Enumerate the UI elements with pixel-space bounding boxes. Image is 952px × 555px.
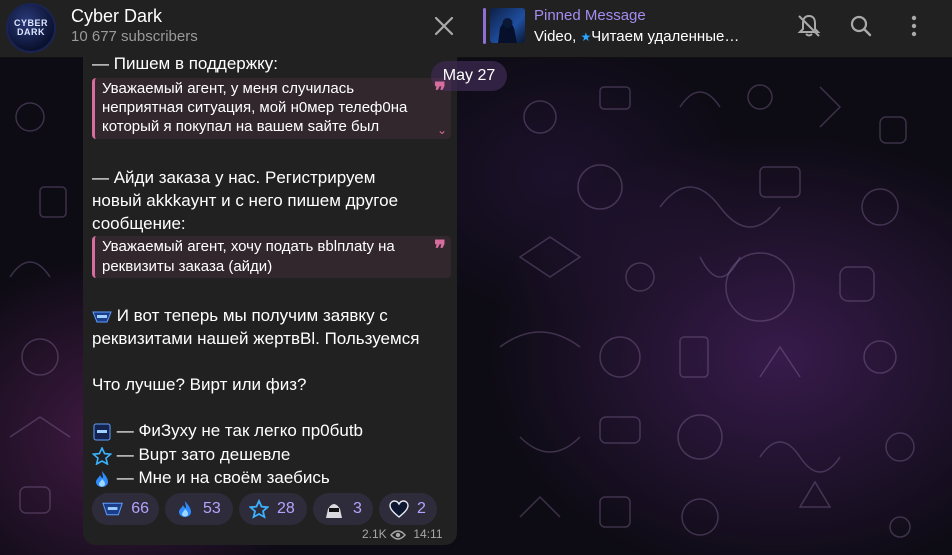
view-count: 2.1K bbox=[362, 527, 387, 541]
reaction-chip[interactable]: 2 bbox=[379, 493, 437, 525]
reaction-count: 28 bbox=[277, 500, 295, 517]
channel-name[interactable]: Cyber Dark bbox=[71, 6, 162, 27]
reaction-chip[interactable]: 53 bbox=[165, 493, 233, 525]
hacker-silhouette-icon bbox=[498, 18, 517, 43]
message-text-line: Что лучше? Вирт или физ? bbox=[92, 375, 307, 394]
poll-option: — ФиЗуху не так легко пр0бutb bbox=[92, 421, 363, 441]
quote-line: Уважаемый агент, хочу подать вblплаty на bbox=[102, 238, 395, 255]
poll-option: — Мне и на своём заебись bbox=[92, 468, 330, 488]
quote-line: реквизиты заказа (айди) bbox=[102, 258, 273, 275]
flame-icon bbox=[179, 501, 191, 517]
quote-line: неприятная ситуация, мой н0мер телеф0на bbox=[102, 99, 408, 116]
reaction-chip[interactable]: 66 bbox=[92, 493, 159, 525]
quote-mark-icon: ❞ bbox=[434, 236, 446, 262]
pinned-indicator-bar bbox=[483, 8, 486, 44]
subscriber-count: 10 677 subscribers bbox=[71, 28, 198, 45]
quote-block[interactable]: Уважаемый агент, хочу подать вblплаty на… bbox=[92, 236, 451, 278]
reaction-count: 53 bbox=[203, 500, 221, 517]
pinned-message-title[interactable]: Pinned Message bbox=[534, 7, 646, 24]
reaction-count: 66 bbox=[131, 500, 149, 517]
reaction-count: 2 bbox=[417, 500, 426, 517]
heart-icon bbox=[389, 500, 409, 518]
cyber-dark-emoji-icon bbox=[93, 423, 111, 441]
reaction-chip[interactable]: 3 bbox=[313, 493, 373, 525]
star-icon bbox=[92, 446, 112, 465]
more-options-icon[interactable] bbox=[900, 12, 928, 40]
message-text-line: реквизитами нашей жертвBl. Пользуемся bbox=[92, 329, 420, 348]
message-text-line: сообщение: bbox=[92, 214, 186, 233]
quote-block[interactable]: Уважаемый агент, у меня случилась неприя… bbox=[92, 78, 451, 139]
poll-option: — Bupт зато дешевле bbox=[92, 445, 290, 465]
quote-line: который я покупал на вашем saйте был bbox=[102, 118, 380, 135]
cyber-dark-emoji-icon bbox=[92, 311, 112, 323]
channel-avatar[interactable]: CYBER DARK bbox=[6, 3, 56, 53]
message-text: И вот теперь мы получим заявку с bbox=[116, 306, 388, 325]
cyber-dark-emoji-icon bbox=[102, 502, 123, 516]
chat-header: CYBER DARK Cyber Dark 10 677 subscribers… bbox=[0, 0, 952, 58]
flame-icon bbox=[96, 470, 108, 487]
close-icon[interactable] bbox=[430, 12, 458, 40]
star-icon bbox=[249, 499, 269, 519]
reaction-chip[interactable]: 28 bbox=[239, 493, 307, 525]
pinned-video-thumbnail[interactable] bbox=[490, 8, 525, 43]
poll-option-text: — ФиЗуху не так легко пр0бutb bbox=[116, 421, 364, 440]
search-icon[interactable] bbox=[847, 12, 875, 40]
bell-muted-icon[interactable] bbox=[795, 12, 823, 40]
quote-line: Уважаемый агент, у меня случилась bbox=[102, 80, 355, 97]
reaction-count: 3 bbox=[353, 500, 362, 517]
hacker-emoji-icon bbox=[326, 504, 342, 518]
eye-icon bbox=[390, 530, 406, 540]
avatar-line2: DARK bbox=[17, 27, 45, 37]
quote-mark-icon: ❞ bbox=[434, 78, 446, 104]
star-icon: ★ bbox=[580, 30, 592, 44]
message-text-line: новый akkkaунт и с него пишем другое bbox=[92, 191, 399, 210]
pinned-prefix: Video, bbox=[534, 28, 581, 45]
message-meta: 2.1K 14:11 bbox=[362, 527, 443, 541]
pinned-text: Читаем удаленные… bbox=[591, 28, 740, 45]
poll-option-text: — Bupт зато дешевле bbox=[116, 445, 291, 464]
chevron-down-icon[interactable]: ⌄ bbox=[437, 123, 447, 137]
message-time: 14:11 bbox=[413, 527, 443, 541]
message-text-line: И вот теперь мы получим заявку с bbox=[92, 306, 388, 326]
poll-option-text: — Мне и на своём заебись bbox=[116, 468, 330, 487]
message-text-line: — Пишем в поддержку: bbox=[92, 54, 278, 73]
message-text-line: — Айди заказа у нас. Peгистрируем bbox=[92, 168, 376, 187]
pinned-message-preview[interactable]: Video, ★Читаем удаленные… bbox=[534, 28, 739, 45]
